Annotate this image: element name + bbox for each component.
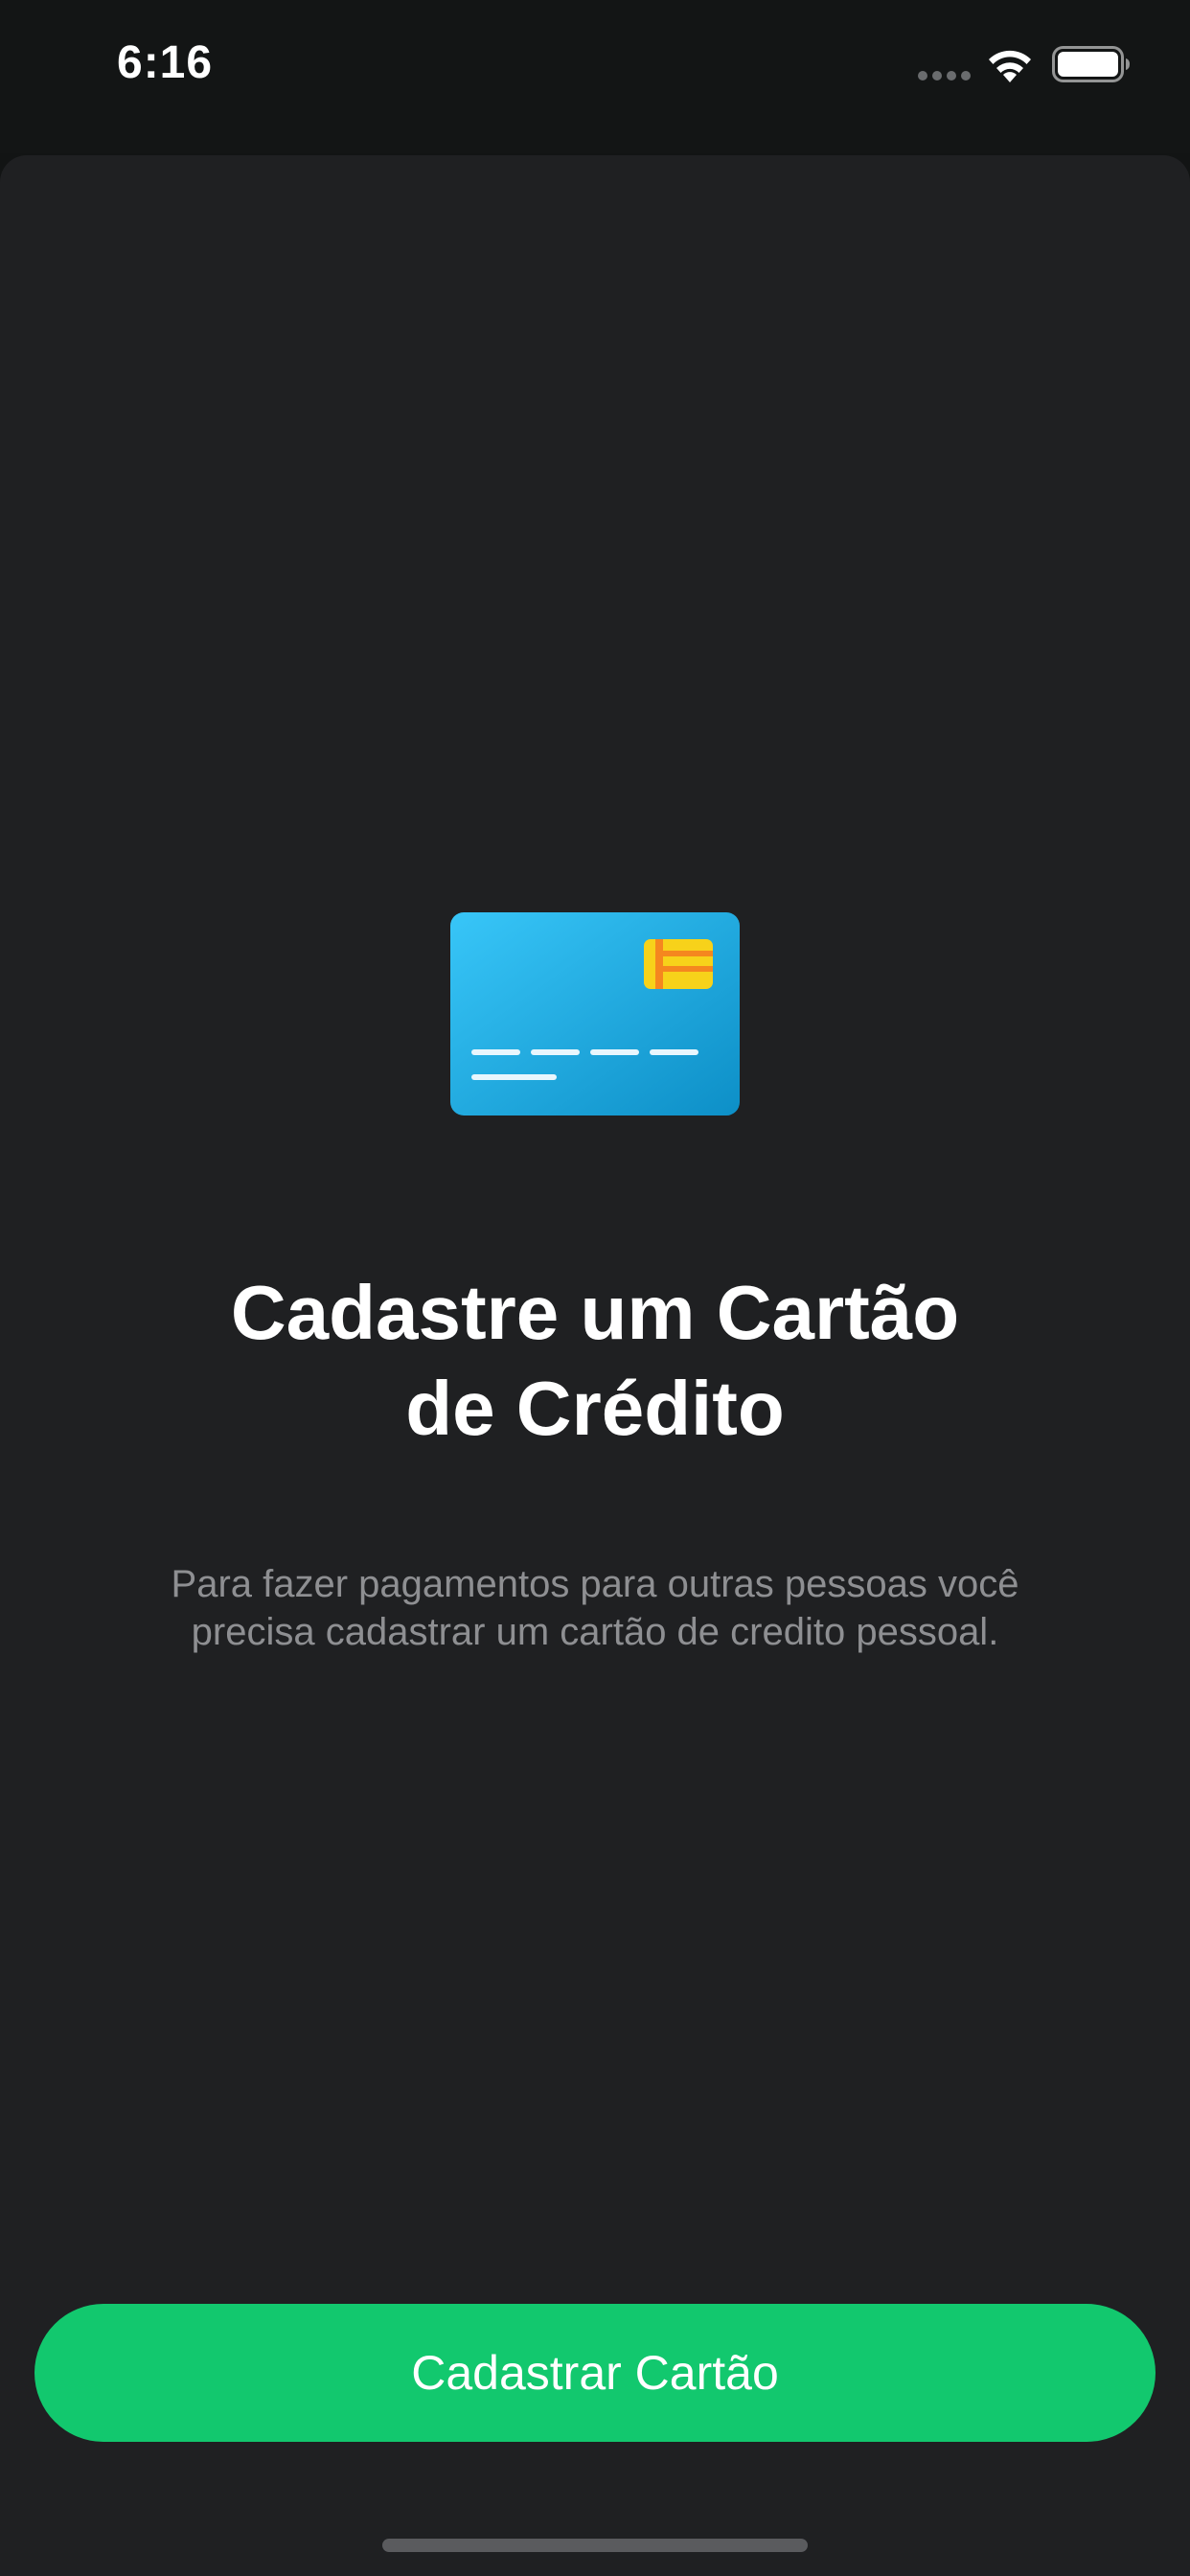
battery-full-icon: [1052, 46, 1130, 82]
signal-dots-icon: [918, 71, 972, 80]
description-line-2: precisa cadastrar um cartão de credito p…: [191, 1611, 999, 1653]
title-line-2: de Crédito: [405, 1366, 785, 1451]
wifi-icon: [989, 50, 1031, 82]
page-description: Para fazer pagamentos para outras pessoa…: [116, 1560, 1074, 1656]
home-indicator[interactable]: [382, 2539, 808, 2552]
title-line-1: Cadastre um Cartão: [230, 1270, 960, 1355]
page-title: Cadastre um Cartão de Crédito: [116, 1265, 1074, 1457]
credit-card-icon: [450, 912, 740, 1116]
status-time: 6:16: [117, 37, 214, 88]
status-bar: 6:16: [0, 0, 1190, 153]
description-line-1: Para fazer pagamentos para outras pessoa…: [171, 1563, 1019, 1605]
register-card-button[interactable]: Cadastrar Cartão: [34, 2304, 1156, 2442]
